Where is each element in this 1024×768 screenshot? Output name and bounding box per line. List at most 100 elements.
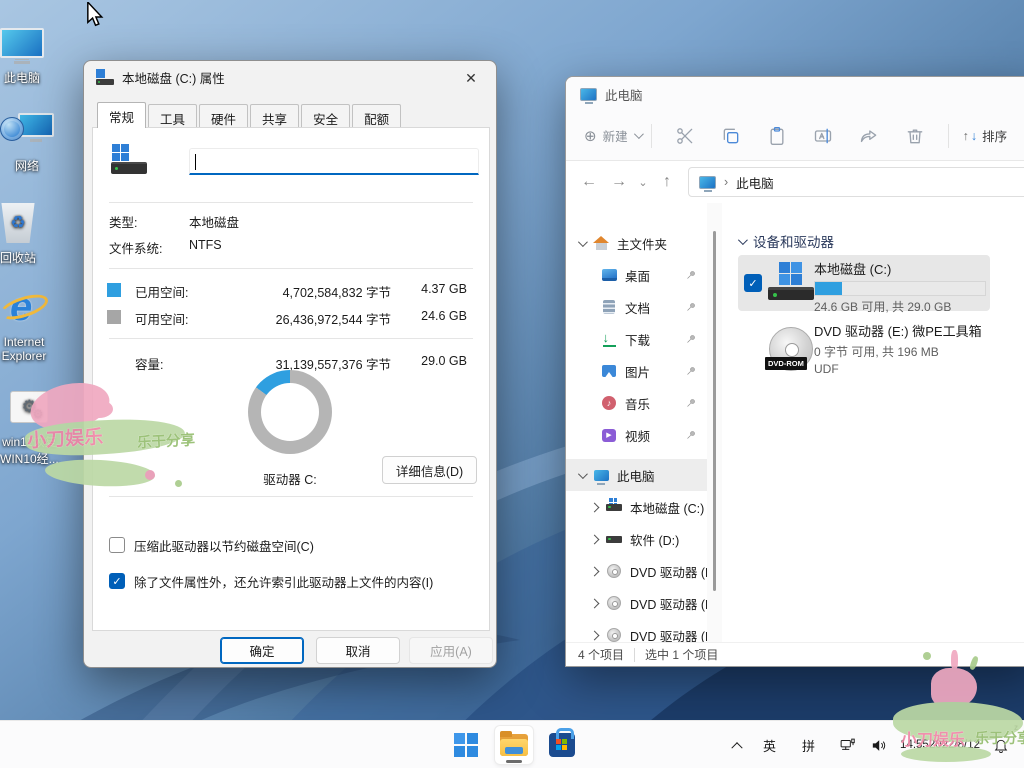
index-checkbox[interactable]: ✓ [109, 573, 125, 589]
status-separator [634, 648, 635, 662]
sidebar-item-desktop[interactable]: 桌面 [566, 259, 707, 291]
scrollbar-thumb[interactable] [713, 231, 716, 591]
drive-icon [96, 69, 114, 85]
clock[interactable]: 14:55 2022/8/12 [894, 727, 986, 763]
pin-icon [685, 429, 697, 444]
tab-hardware[interactable]: 硬件 [199, 104, 248, 127]
chevron-right-icon[interactable] [590, 598, 600, 608]
chevron-right-icon[interactable] [590, 566, 600, 576]
sidebar-item-this-pc[interactable]: 此电脑 [566, 459, 707, 491]
taskbar-microsoft-store[interactable] [543, 726, 581, 764]
this-pc-icon [580, 88, 597, 101]
show-hidden-icons-button[interactable] [726, 727, 748, 763]
ime-language-en[interactable]: 英 [756, 727, 783, 763]
dialog-close-button[interactable]: ✕ [456, 66, 486, 90]
copy-button[interactable] [716, 121, 746, 151]
chevron-right-icon[interactable] [590, 502, 600, 512]
cut-button[interactable] [670, 121, 700, 151]
desktop-icon-label: WIN10经... [0, 450, 59, 467]
free-space-bytes: 26,436,972,544 字节 [231, 309, 391, 328]
sidebar-item-music[interactable]: ♪ 音乐 [566, 387, 707, 419]
bell-icon [993, 737, 1009, 753]
used-space-label: 已用空间: [135, 282, 188, 301]
ime-mode-pinyin[interactable]: 拼 [795, 727, 822, 763]
sidebar-item-documents[interactable]: 文档 [566, 291, 707, 323]
item-count: 4 个项目 [578, 646, 624, 663]
taskbar-file-explorer[interactable] [495, 726, 533, 764]
tab-quota[interactable]: 配额 [352, 104, 401, 127]
sidebar-scrollbar[interactable] [707, 203, 722, 642]
section-header-devices[interactable]: 设备和驱动器 [738, 231, 834, 251]
desktop-icon-this-pc[interactable]: 此电脑 [0, 20, 44, 86]
compress-checkbox-row[interactable]: 压缩此驱动器以节约磁盘空间(C) [109, 536, 314, 554]
explorer-titlebar[interactable]: 此电脑 [566, 77, 1024, 111]
paste-button[interactable] [762, 121, 792, 151]
share-button[interactable] [854, 121, 884, 151]
sidebar-item-home[interactable]: 主文件夹 [566, 227, 707, 259]
sidebar-item-downloads[interactable]: ↓ 下载 [566, 323, 707, 355]
tab-security[interactable]: 安全 [301, 104, 350, 127]
explorer-body: 主文件夹 桌面 文档 ↓ 下载 [566, 203, 1024, 642]
forward-button[interactable]: → [604, 167, 634, 197]
notification-center-button[interactable]: z [986, 727, 1016, 763]
dvd-icon [606, 563, 622, 579]
used-space-size: 4.37 GB [405, 282, 467, 296]
tab-tools[interactable]: 工具 [148, 104, 197, 127]
text-caret [195, 154, 196, 170]
chevron-down-icon[interactable] [578, 469, 588, 479]
pin-icon [685, 301, 697, 316]
chevron-down-icon[interactable] [738, 235, 748, 245]
sidebar-item-drive-d[interactable]: 软件 (D:) [566, 523, 707, 555]
details-button[interactable]: 详细信息(D) [382, 456, 477, 484]
up-button[interactable]: ↑ [652, 167, 682, 197]
back-button[interactable]: ← [574, 167, 604, 197]
desktop-icon-win11-restore[interactable]: ⚙⚙ win11恢复 WIN10经... [0, 384, 59, 467]
dvd-icon [606, 627, 622, 642]
apply-button[interactable]: 应用(A) [409, 637, 493, 664]
dialog-titlebar[interactable]: 本地磁盘 (C:) 属性 [84, 61, 496, 93]
sort-button[interactable]: ↑ ↓ 排序 [963, 126, 1008, 145]
tab-sharing[interactable]: 共享 [250, 104, 299, 127]
drive-item-local-disk-c[interactable]: ✓ 本地磁盘 (C:) 24.6 GB 可用, 共 29.0 GB [738, 255, 990, 311]
forward-icon: → [611, 173, 627, 191]
sidebar-item-videos[interactable]: ▶ 视频 [566, 419, 707, 451]
chevron-down-icon[interactable] [578, 237, 588, 247]
network-tray-button[interactable] [832, 727, 863, 763]
compress-checkbox[interactable] [109, 537, 125, 553]
chevron-right-icon[interactable] [590, 534, 600, 544]
index-checkbox-row[interactable]: ✓ 除了文件属性外，还允许索引此驱动器上文件的内容(I) [109, 572, 433, 590]
folder-icon [500, 734, 528, 756]
properties-dialog: 本地磁盘 (C:) 属性 ✕ 常规 工具 硬件 共享 安全 配额 类型: 本地磁… [83, 60, 497, 668]
documents-icon [601, 299, 617, 315]
sidebar-item-local-disk-c[interactable]: 本地磁盘 (C:) [566, 491, 707, 523]
volume-tray-button[interactable] [863, 727, 894, 763]
sidebar-item-pictures[interactable]: 图片 [566, 355, 707, 387]
new-button[interactable]: ⊕ 新建 [584, 126, 641, 145]
desktop-icon-network[interactable]: 网络 [0, 108, 54, 174]
tab-general[interactable]: 常规 [97, 102, 146, 128]
speaker-icon [870, 737, 887, 754]
this-pc-icon [0, 28, 44, 58]
desktop-icon-internet-explorer[interactable]: e Internet Explorer [0, 286, 48, 363]
explorer-title: 此电脑 [605, 85, 643, 104]
sidebar-item-dvd-e[interactable]: DVD 驱动器 (E:) [566, 555, 707, 587]
sidebar-item-dvd-2[interactable]: DVD 驱动器 (F:) [566, 619, 707, 642]
address-bar[interactable]: › 此电脑 [688, 167, 1024, 197]
item-checkbox[interactable]: ✓ [744, 274, 762, 292]
filesystem-label: 文件系统: [109, 238, 162, 257]
breadcrumb-root[interactable]: 此电脑 [736, 173, 774, 192]
volume-label-input[interactable] [189, 148, 479, 175]
ok-button[interactable]: 确定 [220, 637, 304, 664]
drive-name: 本地磁盘 (C:) [814, 259, 986, 278]
history-dropdown[interactable]: ⌄ [634, 167, 652, 197]
tab-page-general: 类型: 本地磁盘 文件系统: NTFS 已用空间: 4,702,584,832 … [92, 127, 490, 631]
start-button[interactable] [447, 726, 485, 764]
chevron-right-icon[interactable] [590, 630, 600, 640]
delete-button[interactable] [900, 121, 930, 151]
rename-button[interactable] [808, 121, 838, 151]
cancel-button[interactable]: 取消 [316, 637, 400, 664]
drive-item-dvd-e[interactable]: DVD-ROM DVD 驱动器 (E:) 微PE工具箱 0 字节 可用, 共 1… [738, 319, 990, 379]
desktop-icon-recycle-bin[interactable]: ♻ 回收站 [0, 200, 36, 266]
internet-explorer-icon: e [0, 287, 48, 331]
sidebar-item-dvd-f[interactable]: DVD 驱动器 (F:) [566, 587, 707, 619]
